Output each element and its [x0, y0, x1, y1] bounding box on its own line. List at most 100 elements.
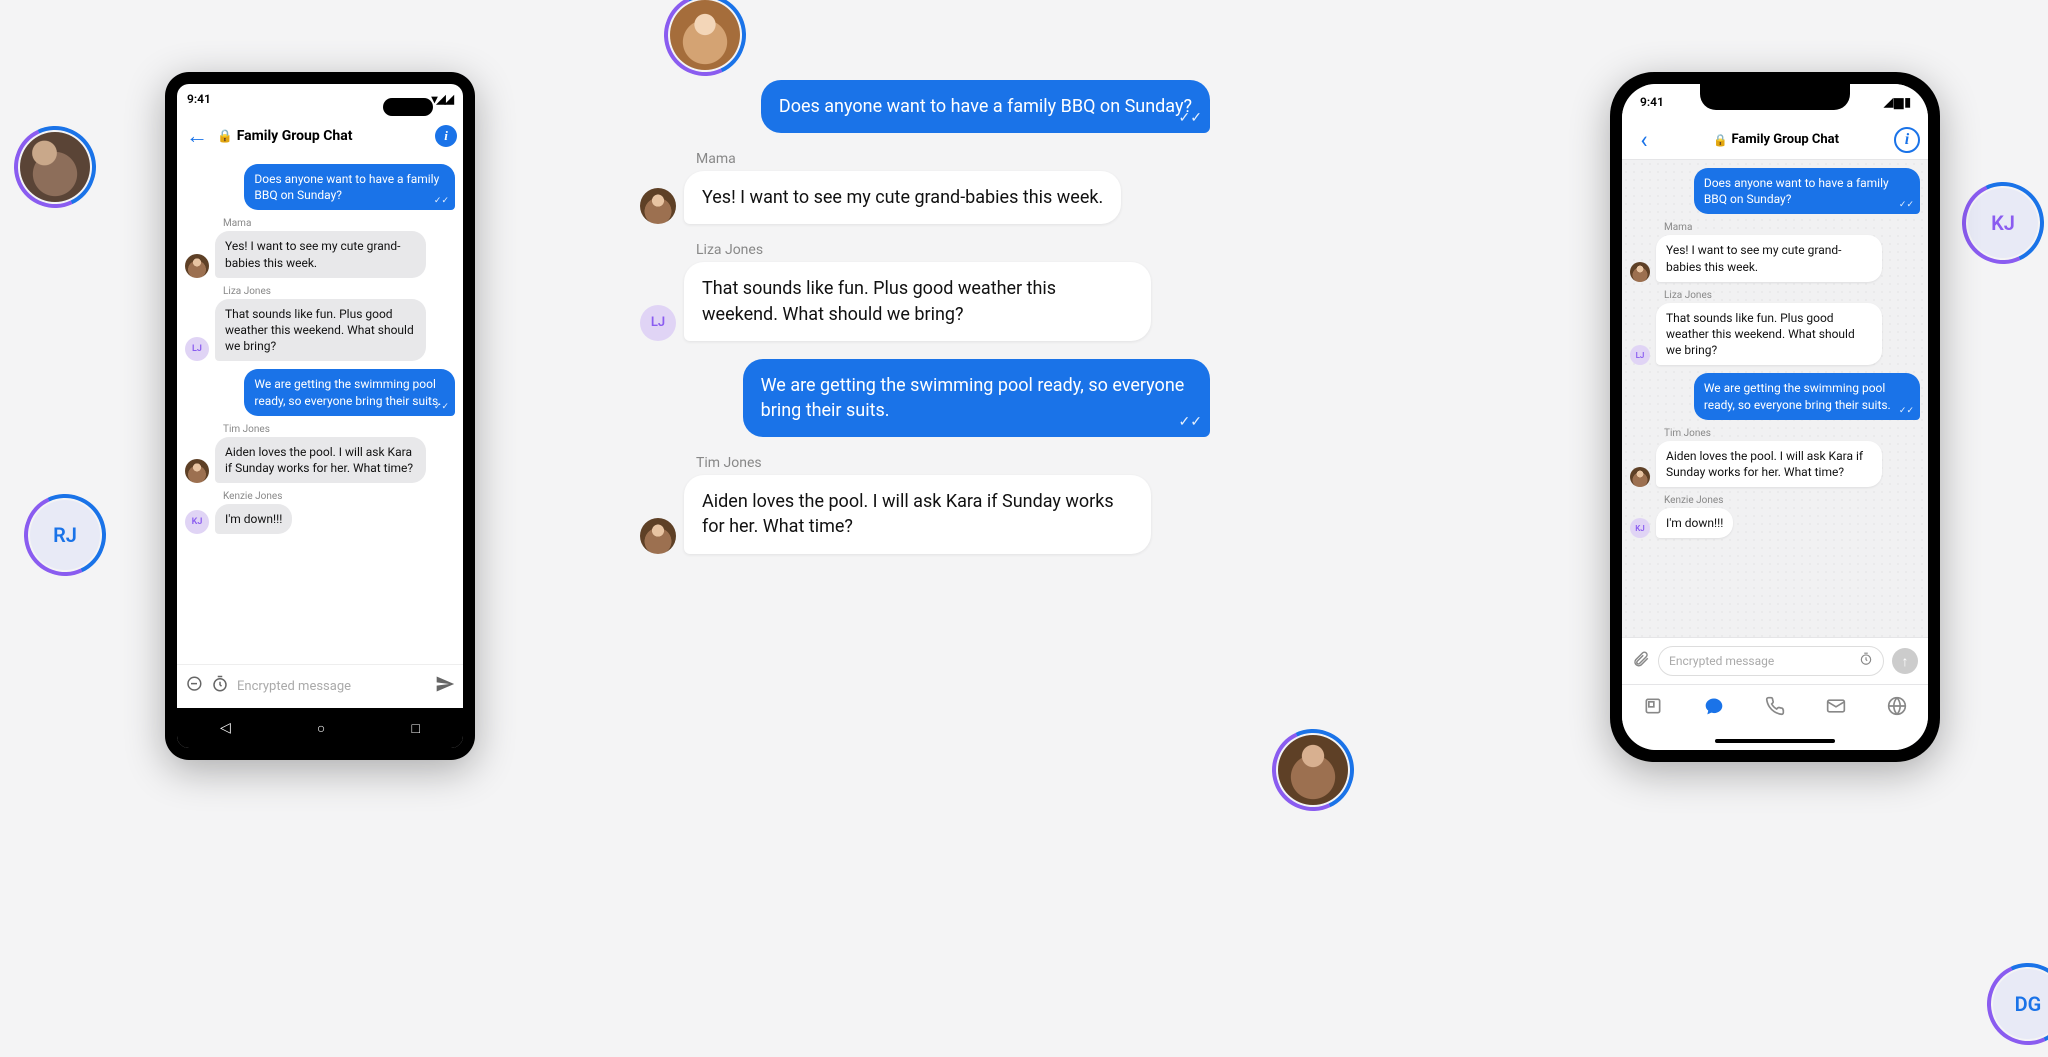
tab-contacts[interactable] [1643, 696, 1663, 721]
message-row: Mama Yes! I want to see my cute grand-bab… [1630, 222, 1920, 281]
ios-home-indicator[interactable] [1622, 732, 1928, 750]
timer-icon[interactable] [1859, 652, 1873, 670]
message-bubble[interactable]: Does anyone want to have a family BBQ on… [244, 164, 455, 210]
sender-name: Mama [223, 218, 426, 229]
read-ticks-icon: ✓✓ [434, 401, 449, 413]
message-input[interactable]: Encrypted message [237, 679, 427, 694]
android-chat-body: Does anyone want to have a family BBQ on… [177, 158, 463, 664]
floating-avatar-papa [1278, 735, 1348, 805]
timer-icon[interactable] [211, 675, 229, 698]
message-row: KJ Kenzie Jones I'm down!!! [185, 491, 455, 534]
tab-web[interactable] [1887, 696, 1907, 721]
read-ticks-icon: ✓✓ [1899, 199, 1914, 211]
message-row: LJ Liza Jones That sounds like fun. Plus g… [640, 242, 1210, 340]
message-row: We are getting the swimming pool ready, … [185, 369, 455, 415]
message-row: Mama Yes! I want to see my cute grand-bab… [185, 218, 455, 277]
floating-avatar-photo-2 [670, 0, 740, 70]
message-bubble[interactable]: I'm down!!! [215, 504, 292, 534]
message-bubble[interactable]: Aiden loves the pool. I will ask Kara if… [1656, 441, 1882, 487]
avatar [1630, 467, 1650, 487]
message-row: Does anyone want to have a family BBQ on… [185, 164, 455, 210]
back-button[interactable]: ‹ [1630, 126, 1658, 154]
floating-avatar-photo-1 [20, 132, 90, 202]
avatar: LJ [1630, 345, 1650, 365]
message-row: We are getting the swimming pool ready, … [640, 359, 1210, 437]
sender-name: Liza Jones [696, 242, 1151, 258]
status-signal-icon: ▾◢◢ [432, 92, 453, 106]
floating-avatar-kj: KJ [1968, 188, 2038, 258]
status-time: 9:41 [187, 92, 211, 106]
avatar [640, 188, 676, 224]
sender-name: Kenzie Jones [1664, 495, 1733, 506]
attachment-icon[interactable] [1632, 650, 1650, 673]
center-chat-preview: Does anyone want to have a family BBQ on… [640, 80, 1210, 572]
message-row: Tim Jones Aiden loves the pool. I will as… [1630, 428, 1920, 487]
lock-icon: 🔒 [1713, 133, 1728, 147]
message-row: LJ Liza Jones That sounds like fun. Plus g… [1630, 290, 1920, 366]
message-bubble[interactable]: We are getting the swimming pool ready, … [743, 359, 1210, 437]
chat-title: 🔒 Family Group Chat [1658, 132, 1894, 147]
message-bubble[interactable]: Aiden loves the pool. I will ask Kara if… [215, 437, 426, 483]
send-button[interactable] [435, 674, 455, 699]
ios-chat-body: Does anyone want to have a family BBQ on… [1622, 160, 1928, 637]
message-row: Tim Jones Aiden loves the pool. I will as… [185, 424, 455, 483]
send-button[interactable]: ↑ [1892, 648, 1918, 674]
message-bubble[interactable]: That sounds like fun. Plus good weather … [215, 299, 426, 362]
chat-title: 🔒 Family Group Chat [217, 128, 429, 144]
avatar: KJ [185, 510, 209, 534]
message-bubble[interactable]: Aiden loves the pool. I will ask Kara if… [684, 475, 1151, 553]
info-button[interactable]: i [435, 125, 457, 147]
avatar: KJ [1630, 518, 1650, 538]
floating-avatar-rj: RJ [30, 500, 100, 570]
message-row: We are getting the swimming pool ready, … [1630, 373, 1920, 419]
android-nav-recent[interactable]: □ [411, 720, 419, 737]
tab-mail[interactable] [1826, 696, 1846, 721]
read-ticks-icon: ✓✓ [434, 195, 449, 207]
back-button[interactable]: ← [183, 123, 211, 149]
sender-name: Liza Jones [223, 286, 426, 297]
lock-icon: 🔒 [217, 129, 233, 144]
info-button[interactable]: i [1894, 127, 1920, 153]
sender-name: Liza Jones [1664, 290, 1882, 301]
read-ticks-icon: ✓✓ [1899, 405, 1914, 417]
avatar [185, 254, 209, 278]
floating-avatar-dg: DG [1993, 969, 2048, 1039]
message-input[interactable]: Encrypted message [1669, 654, 1851, 668]
sender-name: Mama [1664, 222, 1882, 233]
avatar [640, 518, 676, 554]
sender-name: Tim Jones [1664, 428, 1882, 439]
message-bubble[interactable]: I'm down!!! [1656, 508, 1733, 538]
message-row: Does anyone want to have a family BBQ on… [1630, 168, 1920, 214]
sender-name: Kenzie Jones [223, 491, 292, 502]
tab-chats[interactable] [1704, 696, 1724, 721]
message-bubble[interactable]: Yes! I want to see my cute grand-babies … [684, 171, 1121, 224]
sender-name: Tim Jones [223, 424, 426, 435]
sender-name: Mama [696, 151, 1121, 167]
android-nav-back[interactable]: ◁ [220, 720, 231, 736]
message-bubble[interactable]: That sounds like fun. Plus good weather … [684, 262, 1151, 340]
tab-calls[interactable] [1765, 696, 1785, 721]
message-bubble[interactable]: Yes! I want to see my cute grand-babies … [215, 231, 426, 277]
message-row: Tim JonesAiden loves the pool. I will as… [640, 455, 1210, 553]
avatar: LJ [640, 305, 676, 341]
message-bubble[interactable]: That sounds like fun. Plus good weather … [1656, 303, 1882, 366]
attachment-icon[interactable] [185, 675, 203, 698]
message-bubble[interactable]: Does anyone want to have a family BBQ on… [761, 80, 1210, 133]
message-bubble[interactable]: Yes! I want to see my cute grand-babies … [1656, 235, 1882, 281]
status-signal-icon: ◢ ▆ ▮ [1884, 95, 1910, 109]
status-time: 9:41 [1640, 95, 1664, 109]
message-row: Mama Yes! I want to see my cute grand-bab… [640, 151, 1210, 224]
message-row: Does anyone want to have a family BBQ on… [640, 80, 1210, 133]
message-bubble[interactable]: We are getting the swimming pool ready, … [1694, 373, 1920, 419]
message-bubble[interactable]: Does anyone want to have a family BBQ on… [1694, 168, 1920, 214]
ios-phone-frame: 9:41 ◢ ▆ ▮ ‹ 🔒 Family Group Chat i Does … [1610, 72, 1940, 762]
avatar: LJ [185, 337, 209, 361]
avatar [185, 459, 209, 483]
android-nav-home[interactable]: ○ [317, 720, 325, 737]
read-ticks-icon: ✓✓ [1179, 413, 1202, 433]
message-row: LJ Liza Jones That sounds like fun. Plus g… [185, 286, 455, 362]
read-ticks-icon: ✓✓ [1179, 109, 1202, 129]
message-row: KJ Kenzie Jones I'm down!!! [1630, 495, 1920, 538]
message-bubble[interactable]: We are getting the swimming pool ready, … [244, 369, 455, 415]
avatar [1630, 262, 1650, 282]
